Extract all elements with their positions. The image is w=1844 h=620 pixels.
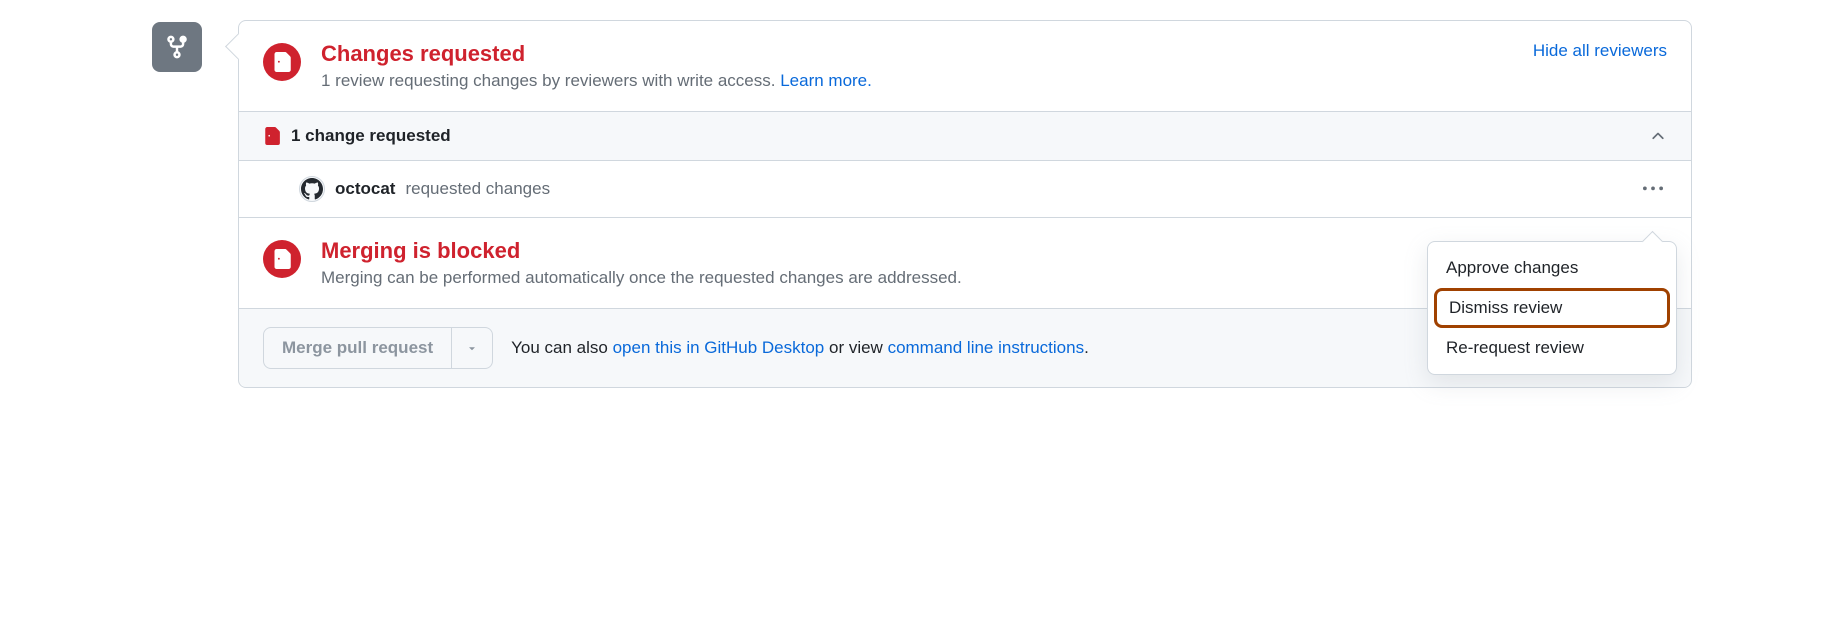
approve-changes-item[interactable]: Approve changes <box>1428 248 1676 288</box>
file-diff-icon <box>263 240 301 278</box>
file-diff-icon <box>263 43 301 81</box>
review-summary-row[interactable]: 1 change requested <box>239 111 1691 161</box>
dismiss-review-item[interactable]: Dismiss review <box>1434 288 1670 328</box>
pr-merge-status-wrapper: Changes requested Hide all reviewers 1 r… <box>152 20 1692 388</box>
footer-text-prefix: You can also <box>511 338 612 357</box>
status-subtitle-text: 1 review requesting changes by reviewers… <box>321 71 780 90</box>
status-title-changes-requested: Changes requested <box>321 41 525 67</box>
learn-more-link[interactable]: Learn more. <box>780 71 872 90</box>
chevron-up-icon <box>1649 127 1667 145</box>
footer-text-suffix: . <box>1084 338 1089 357</box>
reviewer-username[interactable]: octocat <box>335 179 395 199</box>
avatar[interactable] <box>299 176 325 202</box>
merge-button-group: Merge pull request <box>263 327 493 369</box>
merge-options-caret[interactable] <box>452 327 493 369</box>
status-subtitle: 1 review requesting changes by reviewers… <box>321 71 1667 91</box>
reviewer-action-text: requested changes <box>405 179 550 199</box>
re-request-review-item[interactable]: Re-request review <box>1428 328 1676 368</box>
hide-all-reviewers-link[interactable]: Hide all reviewers <box>1533 41 1667 61</box>
reviewer-row: octocat requested changes <box>239 161 1691 218</box>
review-actions-dropdown: Approve changes Dismiss review Re-reques… <box>1427 241 1677 375</box>
git-branch-icon <box>152 22 202 72</box>
command-line-instructions-link[interactable]: command line instructions <box>888 338 1085 357</box>
footer-text-middle: or view <box>824 338 887 357</box>
changes-requested-section: Changes requested Hide all reviewers 1 r… <box>239 21 1691 111</box>
merge-pull-request-button[interactable]: Merge pull request <box>263 327 452 369</box>
review-summary-label: 1 change requested <box>291 126 451 146</box>
kebab-menu-icon[interactable] <box>1639 175 1667 203</box>
open-github-desktop-link[interactable]: open this in GitHub Desktop <box>613 338 825 357</box>
file-diff-icon <box>263 127 281 145</box>
merge-status-panel: Changes requested Hide all reviewers 1 r… <box>238 20 1692 388</box>
footer-text: You can also open this in GitHub Desktop… <box>511 338 1089 358</box>
